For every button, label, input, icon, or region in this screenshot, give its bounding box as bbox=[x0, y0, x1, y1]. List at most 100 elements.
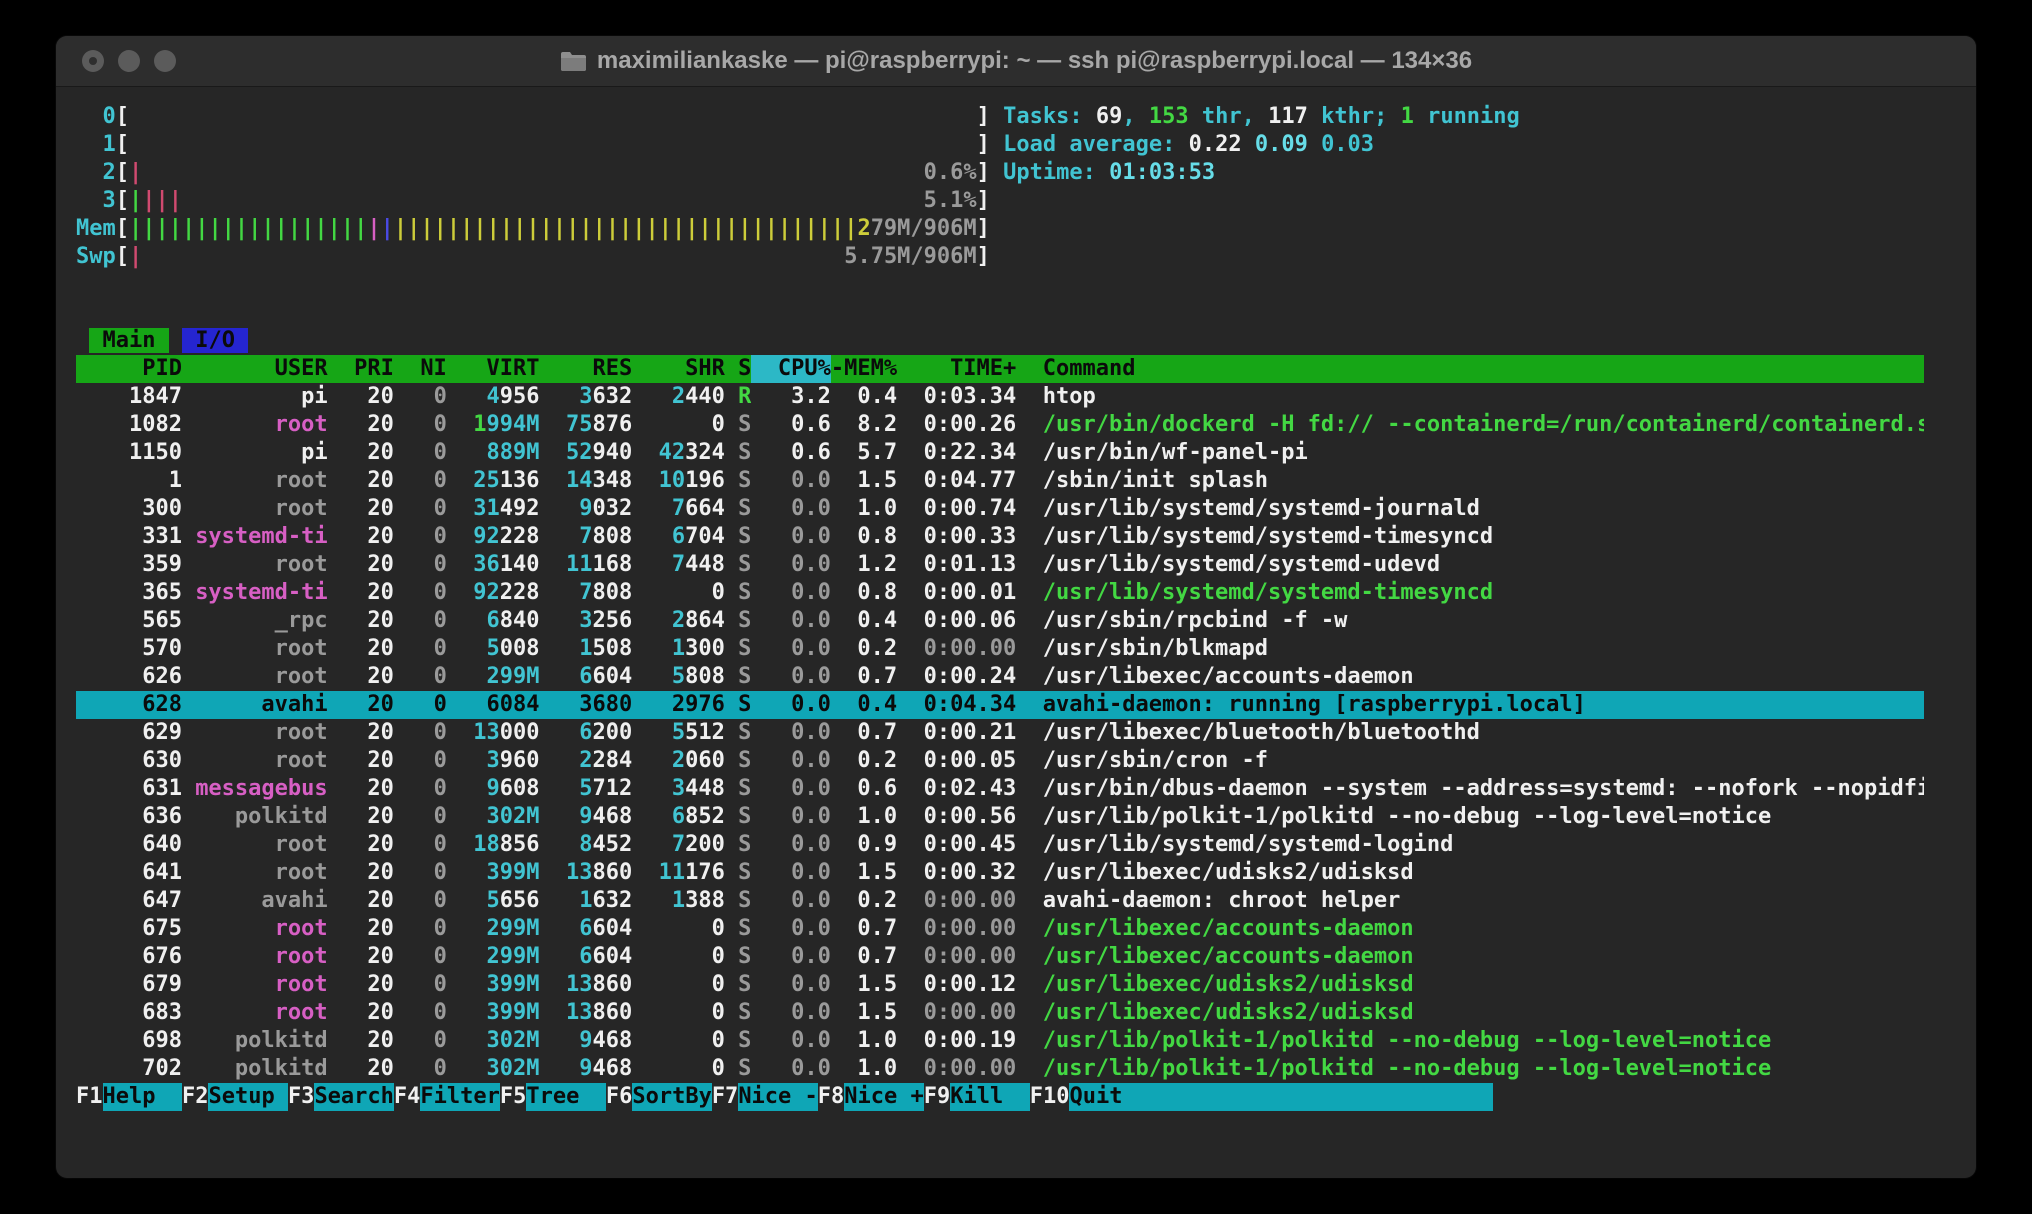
fkey-label-nice-[interactable]: Nice + bbox=[844, 1083, 923, 1111]
meter-bar-segment: | bbox=[129, 160, 142, 185]
process-row-331[interactable]: 331systemd-ti2009222878086704S0.00.80:00… bbox=[76, 523, 1924, 551]
col-command: /usr/sbin/blkmapd bbox=[1016, 635, 1924, 663]
process-row-679[interactable]: 679root200399M138600S0.01.50:00.12/usr/l… bbox=[76, 971, 1924, 999]
process-row-647[interactable]: 647avahi200565616321388S0.00.20:00.00ava… bbox=[76, 887, 1924, 915]
zoom-button[interactable] bbox=[154, 50, 176, 72]
meter-close-bracket: ] bbox=[977, 216, 990, 241]
column-header-mem[interactable]: -MEM% bbox=[831, 355, 897, 383]
column-header-user[interactable]: USER bbox=[182, 355, 328, 383]
fkey-f5[interactable]: F5 bbox=[500, 1083, 527, 1111]
fkey-f9[interactable]: F9 bbox=[924, 1083, 951, 1111]
process-row-300[interactable]: 300root2003149290327664S0.01.00:00.74/us… bbox=[76, 495, 1924, 523]
column-header-pri[interactable]: PRI bbox=[328, 355, 394, 383]
col-command: /usr/libexec/bluetooth/bluetoothd bbox=[1016, 719, 1924, 747]
col-mem: 0.2 bbox=[831, 635, 897, 663]
fkey-label-help[interactable]: Help bbox=[103, 1083, 182, 1111]
tab-main[interactable]: Main bbox=[89, 328, 168, 353]
minimize-button[interactable] bbox=[118, 50, 140, 72]
process-row-631[interactable]: 631messagebus200960857123448S0.00.60:02.… bbox=[76, 775, 1924, 803]
col-user: polkitd bbox=[182, 1055, 328, 1083]
process-row-1082[interactable]: 1082root2001994M758760S0.68.20:00.26/usr… bbox=[76, 411, 1924, 439]
summary-segment: Tasks: bbox=[1003, 104, 1096, 129]
column-header-cpu[interactable]: CPU% bbox=[751, 355, 830, 383]
col-cpu: 0.0 bbox=[751, 831, 830, 859]
process-row-626[interactable]: 626root200299M66045808S0.00.70:00.24/usr… bbox=[76, 663, 1924, 691]
col-pri: 20 bbox=[328, 523, 394, 551]
fkey-f2[interactable]: F2 bbox=[182, 1083, 209, 1111]
column-header-res[interactable]: RES bbox=[540, 355, 633, 383]
column-header-time[interactable]: TIME+ bbox=[897, 355, 1016, 383]
fkey-label-sortby[interactable]: SortBy bbox=[632, 1083, 711, 1111]
fkey-f1[interactable]: F1 bbox=[76, 1083, 103, 1111]
col-shr: 5512 bbox=[632, 719, 725, 747]
close-button[interactable] bbox=[82, 50, 104, 72]
process-row-641[interactable]: 641root200399M1386011176S0.01.50:00.32/u… bbox=[76, 859, 1924, 887]
col-virt: 13000 bbox=[447, 719, 540, 747]
process-row-1847[interactable]: 1847pi200495636322440R3.20.40:03.34htop bbox=[76, 383, 1924, 411]
process-row-702[interactable]: 702polkitd200302M94680S0.01.00:00.00/usr… bbox=[76, 1055, 1924, 1083]
function-key-bar: F1Help F2Setup F3SearchF4FilterF5Tree F6… bbox=[76, 1083, 1924, 1111]
process-row-365[interactable]: 365systemd-ti2009222878080S0.00.80:00.01… bbox=[76, 579, 1924, 607]
col-pri: 20 bbox=[328, 719, 394, 747]
col-time: 0:00.00 bbox=[897, 915, 1016, 943]
col-shr: 6704 bbox=[632, 523, 725, 551]
col-ni: 0 bbox=[394, 915, 447, 943]
col-res: 9468 bbox=[540, 803, 633, 831]
col-mem: 1.5 bbox=[831, 971, 897, 999]
fkey-f10[interactable]: F10 bbox=[1030, 1083, 1070, 1111]
process-row-629[interactable]: 629root2001300062005512S0.00.70:00.21/us… bbox=[76, 719, 1924, 747]
process-row-565[interactable]: 565_rpc200684032562864S0.00.40:00.06/usr… bbox=[76, 607, 1924, 635]
summary-segment: 153 bbox=[1149, 104, 1189, 129]
fkey-label-setup[interactable]: Setup bbox=[208, 1083, 287, 1111]
meter-bar-segment: | bbox=[129, 188, 142, 213]
col-state: S bbox=[725, 831, 751, 859]
col-state: S bbox=[725, 887, 751, 915]
column-header-shr[interactable]: SHR bbox=[632, 355, 725, 383]
fkey-label-filter[interactable]: Filter bbox=[420, 1083, 499, 1111]
fkey-label-search[interactable]: Search bbox=[314, 1083, 393, 1111]
col-state: S bbox=[725, 915, 751, 943]
window-title-text: maximiliankaske — pi@raspberrypi: ~ — ss… bbox=[597, 47, 1472, 75]
column-header-s[interactable]: S bbox=[725, 355, 751, 383]
col-pid: 628 bbox=[76, 691, 182, 719]
fkey-f4[interactable]: F4 bbox=[394, 1083, 421, 1111]
tab-i-o[interactable]: I/O bbox=[182, 328, 248, 353]
fkey-f8[interactable]: F8 bbox=[818, 1083, 845, 1111]
fkey-f7[interactable]: F7 bbox=[712, 1083, 739, 1111]
process-row-628[interactable]: 628avahi200608436802976S0.00.40:04.34ava… bbox=[76, 691, 1924, 719]
col-res: 13860 bbox=[540, 859, 633, 887]
process-row-570[interactable]: 570root200500815081300S0.00.20:00.00/usr… bbox=[76, 635, 1924, 663]
window-titlebar[interactable]: maximiliankaske — pi@raspberrypi: ~ — ss… bbox=[56, 36, 1976, 87]
column-header-virt[interactable]: VIRT bbox=[447, 355, 540, 383]
column-header-ni[interactable]: NI bbox=[394, 355, 447, 383]
fkey-label-kill[interactable]: Kill bbox=[950, 1083, 1029, 1111]
col-state: S bbox=[725, 467, 751, 495]
process-row-640[interactable]: 640root2001885684527200S0.00.90:00.45/us… bbox=[76, 831, 1924, 859]
col-pri: 20 bbox=[328, 383, 394, 411]
process-row-675[interactable]: 675root200299M66040S0.00.70:00.00/usr/li… bbox=[76, 915, 1924, 943]
col-virt: 36140 bbox=[447, 551, 540, 579]
col-ni: 0 bbox=[394, 943, 447, 971]
column-header-command[interactable]: Command bbox=[1016, 355, 1924, 383]
process-row-630[interactable]: 630root200396022842060S0.00.20:00.05/usr… bbox=[76, 747, 1924, 775]
col-ni: 0 bbox=[394, 999, 447, 1027]
col-state: S bbox=[725, 663, 751, 691]
col-time: 0:01.13 bbox=[897, 551, 1016, 579]
col-ni: 0 bbox=[394, 635, 447, 663]
fkey-f3[interactable]: F3 bbox=[288, 1083, 315, 1111]
col-command: /usr/libexec/udisks2/udisksd bbox=[1016, 971, 1924, 999]
col-state: S bbox=[725, 523, 751, 551]
fkey-label-quit[interactable]: Quit bbox=[1069, 1083, 1148, 1111]
fkey-label-tree[interactable]: Tree bbox=[526, 1083, 605, 1111]
process-row-1150[interactable]: 1150pi200889M5294042324S0.65.70:22.34/us… bbox=[76, 439, 1924, 467]
process-row-359[interactable]: 359root20036140111687448S0.01.20:01.13/u… bbox=[76, 551, 1924, 579]
process-row-1[interactable]: 1root200251361434810196S0.01.50:04.77/sb… bbox=[76, 467, 1924, 495]
process-row-636[interactable]: 636polkitd200302M94686852S0.01.00:00.56/… bbox=[76, 803, 1924, 831]
process-row-683[interactable]: 683root200399M138600S0.01.50:00.00/usr/l… bbox=[76, 999, 1924, 1027]
column-header-pid[interactable]: PID bbox=[76, 355, 182, 383]
col-mem: 0.8 bbox=[831, 523, 897, 551]
fkey-f6[interactable]: F6 bbox=[606, 1083, 633, 1111]
process-row-676[interactable]: 676root200299M66040S0.00.70:00.00/usr/li… bbox=[76, 943, 1924, 971]
process-row-698[interactable]: 698polkitd200302M94680S0.01.00:00.19/usr… bbox=[76, 1027, 1924, 1055]
fkey-label-nice-[interactable]: Nice - bbox=[738, 1083, 817, 1111]
